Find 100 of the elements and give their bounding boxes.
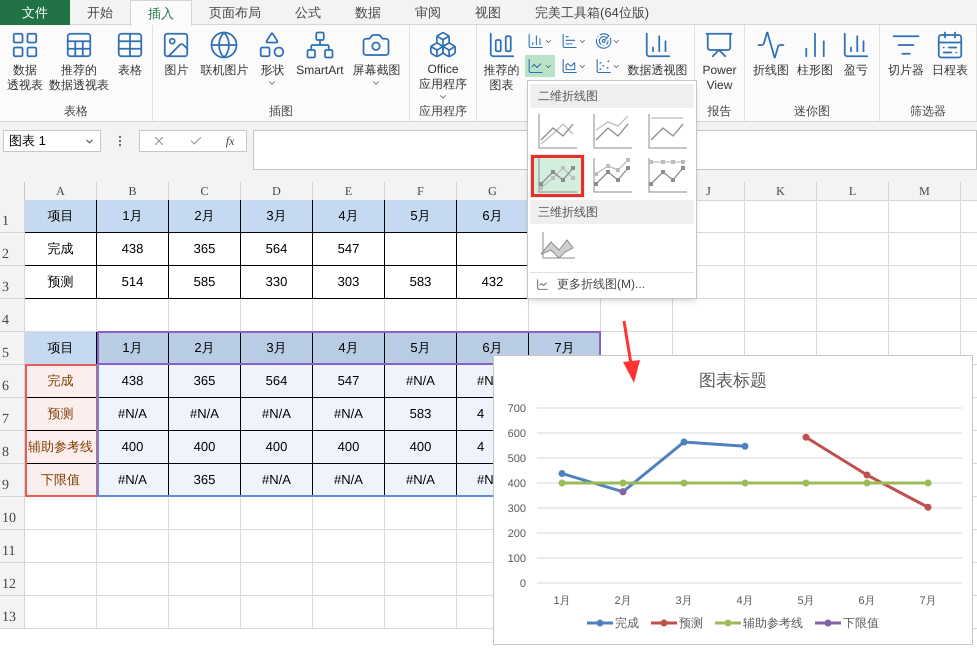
point: [742, 480, 748, 486]
column-header[interactable]: G: [488, 182, 497, 200]
column-header[interactable]: D: [272, 182, 281, 200]
ribbon-button[interactable]: 盈亏: [841, 30, 871, 102]
menu-section-title: 三维折线图: [538, 204, 598, 221]
column-header[interactable]: L: [848, 182, 856, 200]
group-label: 筛选器: [909, 103, 947, 120]
table-cell-text: #N/A: [262, 471, 291, 490]
ribbon-button[interactable]: 联机图片: [200, 30, 248, 102]
table-cell-text: 完成: [48, 240, 74, 258]
ribbon-button[interactable]: 折线图: [753, 30, 789, 102]
row-header[interactable]: 3: [2, 277, 9, 298]
ribbon-button[interactable]: 切片器: [888, 30, 924, 102]
ribbon-tab[interactable]: 视图: [458, 0, 518, 25]
axis-tick-label: 0: [520, 578, 526, 590]
column-header[interactable]: E: [344, 182, 352, 200]
row-header[interactable]: 8: [2, 442, 9, 463]
ribbon-tab[interactable]: 页面布局: [192, 0, 278, 25]
column-header[interactable]: J: [706, 182, 711, 200]
more-line-charts-item[interactable]: 更多折线图(M)...: [528, 273, 653, 295]
ribbon-button[interactable]: 数据 透视表: [7, 30, 43, 102]
table-cell-text: #N: [477, 372, 494, 390]
axis-tick-label: 600: [508, 428, 526, 440]
table-cell-text: 1月: [122, 207, 143, 226]
ribbon-button[interactable]: 图片: [161, 30, 192, 102]
table-cell-text: #N/A: [190, 405, 219, 424]
table-cell-text: 1月: [122, 339, 143, 358]
ribbon-tab[interactable]: 审阅: [398, 0, 458, 25]
table-cell-text: 2月: [194, 207, 215, 226]
point: [620, 480, 626, 486]
ribbon-tab[interactable]: 完美工具箱(64位版): [518, 0, 666, 25]
table-cell-text: 583: [410, 273, 432, 292]
axis-tick-label: 1月: [553, 595, 571, 607]
column-header[interactable]: F: [417, 182, 424, 200]
line-chart[interactable]: 图表标题 0 100 200 300 400 500 600 700 1月 2月 3月 4月 5月 6月 7月 完成 预测 辅助参考线 下限值: [493, 355, 973, 645]
legend-label: 下限值: [843, 615, 879, 632]
table-cell-text: 438: [122, 372, 144, 390]
ribbon-tab[interactable]: 数据: [338, 0, 398, 25]
table-cell-text: 4: [477, 405, 484, 424]
table-cell-text: #N/A: [406, 372, 435, 390]
axis-tick-label: 2月: [614, 595, 632, 607]
point: [864, 472, 870, 478]
table-cell-text: 3月: [266, 207, 287, 226]
table-cell-text: 400: [194, 438, 216, 456]
table-cell-text: 564: [266, 372, 288, 390]
row-header[interactable]: 7: [2, 409, 9, 430]
table-cell-text: 365: [194, 471, 216, 490]
row-header[interactable]: 1: [2, 211, 9, 232]
table-cell-text: 400: [266, 438, 288, 456]
point: [558, 480, 566, 486]
table-cell-text: 6月: [482, 339, 503, 358]
ribbon-tab[interactable]: 公式: [278, 0, 338, 25]
table-cell-text: 365: [194, 240, 216, 258]
row-header[interactable]: 4: [2, 310, 9, 331]
column-header[interactable]: A: [56, 182, 65, 200]
ribbon-tab[interactable]: 开始: [70, 0, 130, 25]
axis-tick-label: 6月: [858, 595, 876, 607]
table-cell-text: 项目: [48, 207, 74, 226]
table-cell-text: 下限值: [41, 471, 80, 490]
axis-tick-label: 7月: [919, 595, 937, 607]
point: [742, 442, 748, 450]
point: [802, 434, 810, 441]
row-header[interactable]: 6: [2, 376, 9, 397]
table-cell-text: 预测: [48, 405, 74, 424]
table-cell-text: #N/A: [118, 471, 147, 490]
table-cell-text: 438: [122, 240, 144, 258]
table-cell-text: 5月: [410, 339, 431, 358]
name-box[interactable]: 图表 1: [3, 130, 101, 152]
column-header[interactable]: K: [776, 182, 785, 200]
ribbon-tab[interactable]: 插入: [130, 0, 192, 26]
table-cell-text: #N/A: [262, 405, 291, 424]
legend-label: 完成: [615, 615, 639, 632]
group-label: 表格: [63, 103, 89, 120]
ribbon-button[interactable]: 形状: [257, 30, 288, 102]
column-header[interactable]: C: [200, 182, 208, 200]
ribbon-button[interactable]: 推荐的 数据透视表: [49, 30, 109, 102]
group-label: 报告: [706, 103, 732, 120]
ribbon-button[interactable]: 推荐的 图表: [484, 30, 520, 102]
row-header[interactable]: 2: [2, 244, 9, 265]
ribbon-button[interactable]: 数据透视图: [628, 30, 688, 102]
ribbon-button[interactable]: SmartArt: [296, 30, 344, 102]
table-cell-text: #N: [477, 471, 494, 490]
function-button[interactable]: fx: [226, 132, 234, 150]
table-cell-text: 400: [338, 438, 360, 456]
ribbon-button[interactable]: 屏幕截图: [352, 30, 400, 102]
column-header[interactable]: B: [128, 182, 136, 200]
row-header[interactable]: 5: [2, 343, 9, 364]
table-cell-text: #N/A: [406, 471, 435, 490]
ribbon-button[interactable]: 表格: [115, 30, 145, 102]
ribbon-button[interactable]: Power View: [702, 30, 736, 102]
table-cell-text: 项目: [48, 339, 74, 358]
ribbon-button[interactable]: 日程表: [932, 30, 968, 102]
table-cell-text: 547: [338, 240, 360, 258]
ribbon-button[interactable]: 柱形图: [797, 30, 833, 102]
row-header[interactable]: 9: [2, 475, 9, 496]
ribbon-tab[interactable]: 文件: [0, 0, 70, 25]
point: [864, 480, 870, 486]
ribbon-button[interactable]: Office 应用程序: [419, 30, 467, 102]
point: [924, 480, 932, 486]
column-header[interactable]: M: [919, 182, 930, 200]
